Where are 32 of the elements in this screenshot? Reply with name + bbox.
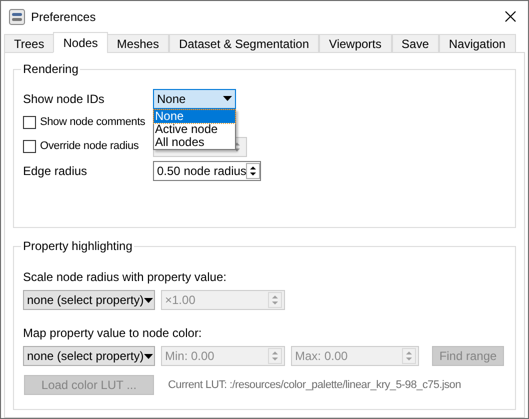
property-dropdown[interactable]: none (select property) [23, 346, 155, 366]
group-title: Property highlighting [22, 238, 134, 255]
checkbox-label: Override node radius [40, 139, 139, 154]
field-label: Scale node radius with property value: [23, 269, 228, 286]
field-label: Map property value to node color: [23, 325, 203, 342]
field-label: Edge radius [23, 162, 88, 180]
checkbox[interactable] [23, 140, 36, 153]
tab[interactable]: Save [392, 34, 439, 53]
dropdown-option[interactable]: Active node [154, 122, 235, 136]
current-lut-text: Current LUT: :/resources/color_palette/linear_kry_5-98_c75.json [168, 378, 461, 393]
field-label: Show node IDs [23, 90, 106, 108]
tab[interactable]: Nodes [53, 32, 108, 53]
tab[interactable]: Meshes [106, 34, 169, 53]
caret-icon [223, 96, 232, 101]
app-icon [9, 8, 25, 24]
window-title: Preferences [31, 8, 96, 26]
caret-icon [144, 354, 153, 358]
checkbox[interactable] [23, 116, 36, 129]
dropdown-option[interactable]: All nodes [154, 136, 235, 148]
caret-icon [144, 298, 153, 302]
checkbox-label: Show node comments [40, 115, 146, 130]
tab[interactable]: Viewports [319, 34, 392, 53]
spin-box[interactable]: 0.50 node radius [153, 160, 261, 180]
stepper-icon[interactable] [246, 162, 260, 178]
dropdown-option[interactable]: None [154, 110, 235, 122]
tab[interactable]: Trees [4, 34, 54, 53]
tab[interactable]: Dataset & Segmentation [168, 34, 320, 53]
close-icon[interactable] [505, 11, 516, 22]
group-title: Rendering [22, 61, 80, 78]
property-dropdown[interactable]: none (select property) [23, 290, 155, 310]
node-ids-dropdown[interactable]: None [153, 88, 236, 108]
tab[interactable]: Navigation [438, 34, 516, 53]
